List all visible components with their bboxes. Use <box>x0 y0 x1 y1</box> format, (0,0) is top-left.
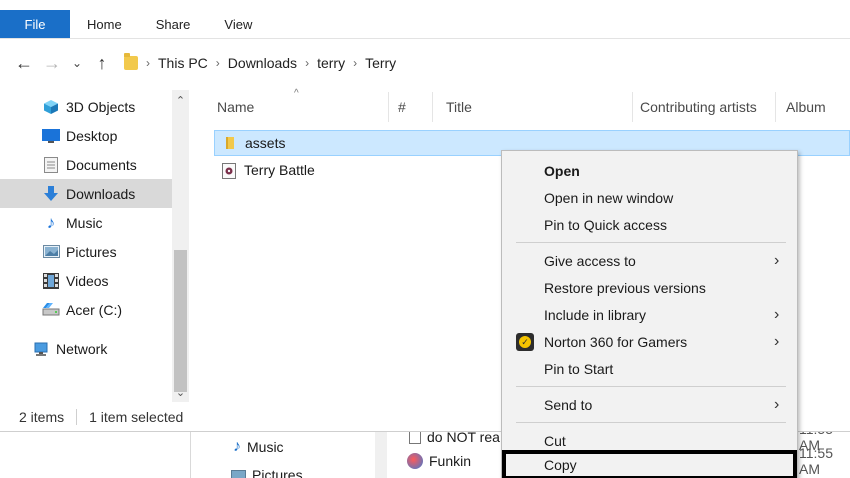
menu-separator <box>516 242 786 243</box>
submenu-chevron-icon: › <box>774 333 780 350</box>
network-icon <box>32 341 50 357</box>
selection-count: 1 item selected <box>89 409 184 425</box>
column-divider[interactable] <box>632 92 633 122</box>
app-icon <box>407 453 423 469</box>
breadcrumb-separator-icon[interactable]: › <box>305 56 309 70</box>
menu-item-open-new-window[interactable]: Open in new window <box>502 185 797 211</box>
breadcrumb-terry-current[interactable]: Terry <box>365 55 396 71</box>
column-header-name[interactable]: Name <box>217 99 254 115</box>
column-divider[interactable] <box>432 92 433 122</box>
menu-item-pin-start[interactable]: Pin to Start <box>502 356 797 382</box>
breadcrumb-terry[interactable]: terry <box>317 55 345 71</box>
music-icon: ♪ <box>233 438 241 455</box>
sidebar-item-network[interactable]: Network <box>0 334 172 363</box>
pictures-icon <box>42 244 60 260</box>
videos-icon <box>42 272 60 289</box>
column-headers: Name ^ # Title Contributing artists Albu… <box>190 88 850 124</box>
tab-home[interactable]: Home <box>70 10 139 38</box>
tab-view[interactable]: View <box>207 10 269 38</box>
back-arrow-icon[interactable]: ← <box>10 49 38 77</box>
column-header-number[interactable]: # <box>398 99 406 115</box>
breadcrumb-separator-icon[interactable]: › <box>216 56 220 70</box>
sidebar-item-3d-objects[interactable]: 3D Objects <box>0 92 172 121</box>
submenu-chevron-icon: › <box>774 252 780 269</box>
menu-item-open[interactable]: Open <box>502 158 797 184</box>
scrollbar-thumb[interactable] <box>174 250 187 392</box>
forward-arrow-icon[interactable]: → <box>38 49 66 77</box>
column-header-title[interactable]: Title <box>446 99 472 115</box>
recent-locations-chevron-icon[interactable]: ⌄ <box>66 49 88 77</box>
background-scrollbar[interactable] <box>375 432 387 478</box>
menu-item-include-library[interactable]: Include in library › <box>502 302 797 328</box>
sidebar-scrollbar[interactable]: ⌃ ⌄ <box>172 90 189 402</box>
sidebar-item-downloads[interactable]: Downloads <box>0 179 172 208</box>
scroll-up-chevron-icon[interactable]: ⌃ <box>172 92 189 108</box>
folder-icon <box>124 53 138 70</box>
sidebar-item-pictures[interactable]: Pictures <box>0 237 172 266</box>
navigation-bar: ← → ⌄ ↑ › This PC › Downloads › terry › … <box>0 46 850 80</box>
menu-separator <box>516 386 786 387</box>
breadcrumb-separator-icon[interactable]: › <box>146 56 150 70</box>
breadcrumb-this-pc[interactable]: This PC <box>158 55 208 71</box>
media-file-icon <box>222 163 236 179</box>
menu-item-send-to[interactable]: Send to › <box>502 392 797 418</box>
desktop-icon <box>42 128 60 144</box>
menu-item-give-access[interactable]: Give access to › <box>502 248 797 274</box>
column-header-album[interactable]: Album <box>786 99 826 115</box>
tab-file[interactable]: File <box>0 10 70 38</box>
menu-item-norton[interactable]: ✓ Norton 360 for Gamers › <box>502 329 797 355</box>
text-file-icon <box>409 430 421 444</box>
sidebar-item-desktop[interactable]: Desktop <box>0 121 172 150</box>
sort-ascending-icon: ^ <box>294 88 299 99</box>
status-divider <box>76 409 78 425</box>
navigation-pane: 3D Objects Desktop Documents Downloads ♪… <box>0 90 172 402</box>
music-icon: ♪ <box>46 212 56 232</box>
background-sidebar-item-pictures[interactable]: Pictures <box>231 464 303 478</box>
drive-icon <box>42 302 60 318</box>
up-arrow-icon[interactable]: ↑ <box>88 49 116 77</box>
status-bar: 2 items 1 item selected <box>0 405 200 429</box>
submenu-chevron-icon: › <box>774 396 780 413</box>
background-sidebar-item-music[interactable]: ♪ Music <box>233 436 284 458</box>
sidebar-item-music[interactable]: ♪ Music <box>0 208 172 237</box>
downloads-icon <box>42 185 60 202</box>
menu-item-copy[interactable]: Copy <box>502 450 797 478</box>
sidebar-item-acer-c[interactable]: Acer (C:) <box>0 295 172 324</box>
folder-icon <box>223 136 237 150</box>
scroll-down-chevron-icon[interactable]: ⌄ <box>172 384 189 400</box>
background-sidebar: ♪ Music Pictures <box>191 432 371 478</box>
breadcrumb-downloads[interactable]: Downloads <box>228 55 297 71</box>
column-divider[interactable] <box>775 92 776 122</box>
background-time: 11:55 AM <box>799 445 833 477</box>
pictures-icon <box>231 469 246 478</box>
menu-item-restore-versions[interactable]: Restore previous versions <box>502 275 797 301</box>
3d-objects-icon <box>42 99 60 115</box>
column-divider[interactable] <box>388 92 389 122</box>
ribbon-tabs: File Home Share View <box>0 10 850 39</box>
submenu-chevron-icon: › <box>774 306 780 323</box>
breadcrumb-separator-icon[interactable]: › <box>353 56 357 70</box>
menu-item-pin-quick-access[interactable]: Pin to Quick access <box>502 212 797 238</box>
item-count: 2 items <box>19 409 65 425</box>
documents-icon <box>42 156 60 173</box>
column-header-contributing-artists[interactable]: Contributing artists <box>640 99 757 115</box>
norton-icon: ✓ <box>516 333 534 351</box>
tab-share[interactable]: Share <box>139 10 208 38</box>
address-bar[interactable]: › This PC › Downloads › terry › Terry <box>124 49 850 77</box>
sidebar-item-documents[interactable]: Documents <box>0 150 172 179</box>
menu-separator <box>516 422 786 423</box>
background-file-row[interactable]: Funkin <box>407 450 471 472</box>
context-menu: Open Open in new window Pin to Quick acc… <box>501 150 798 478</box>
sidebar-item-videos[interactable]: Videos <box>0 266 172 295</box>
